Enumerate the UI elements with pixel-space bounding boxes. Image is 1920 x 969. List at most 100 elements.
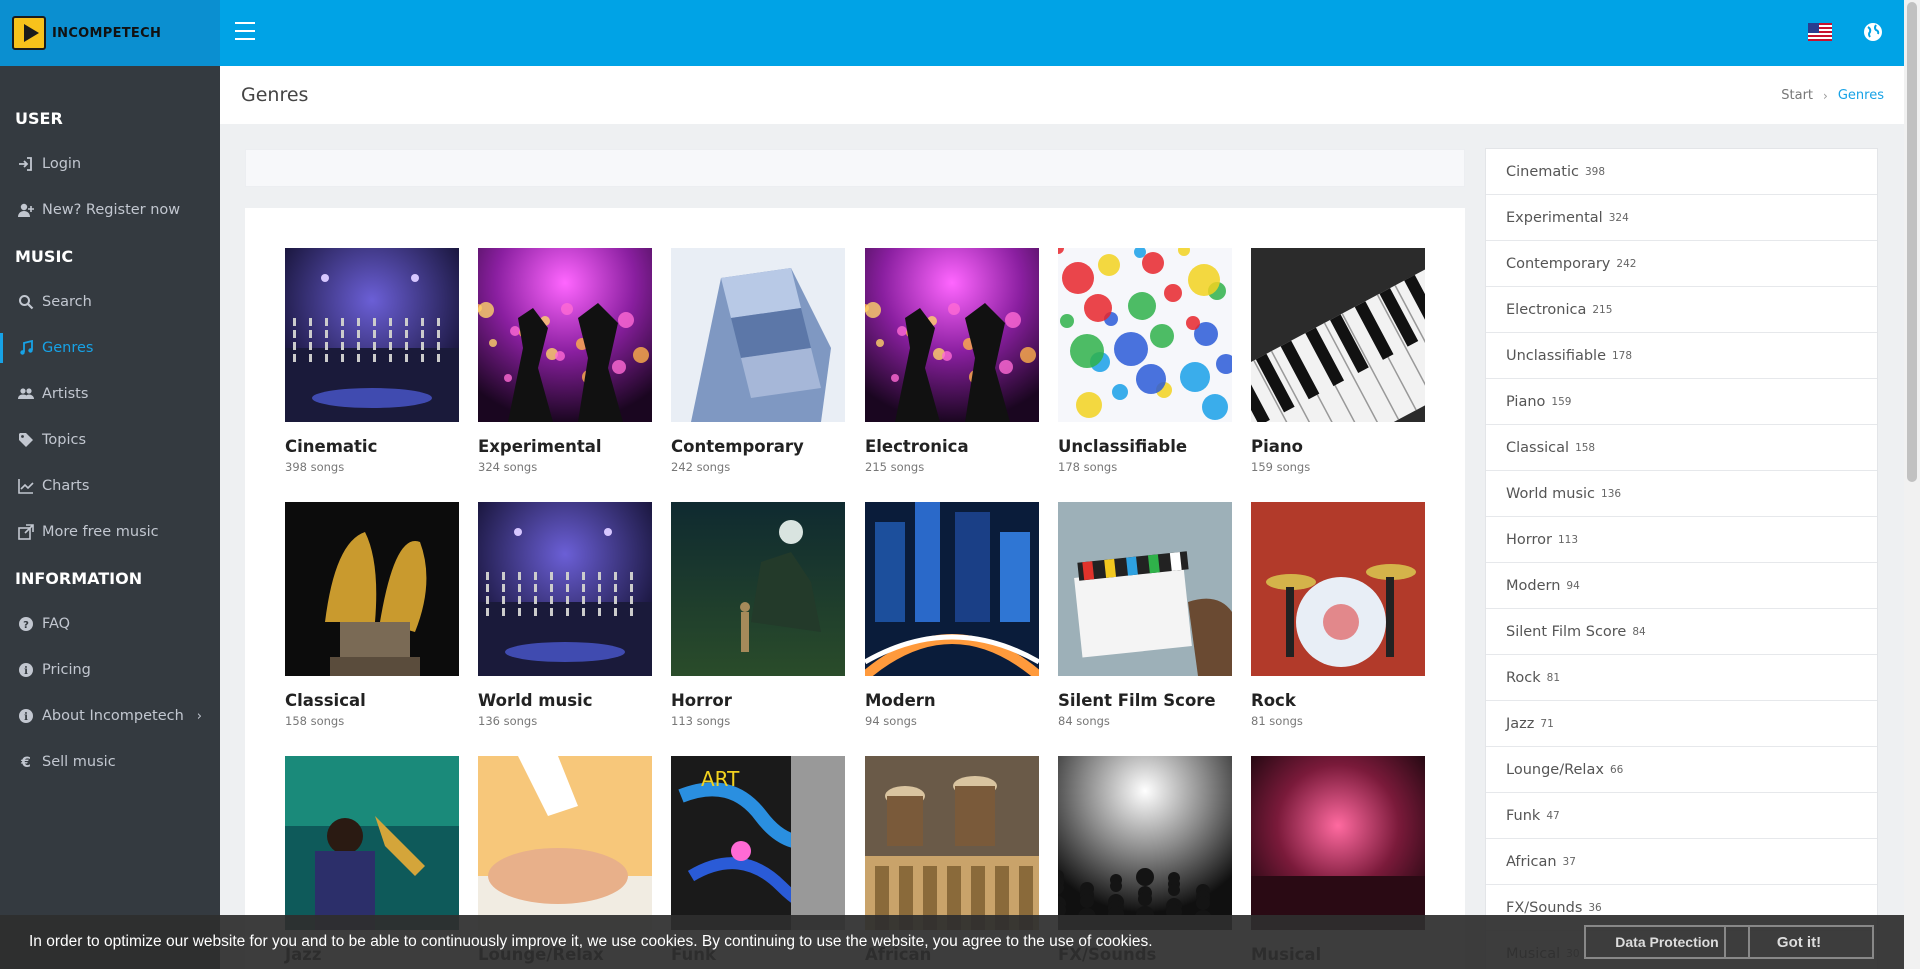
genre-name[interactable]: World music	[478, 691, 652, 710]
sidebar-item-login[interactable]: Login	[0, 141, 220, 187]
genre-image[interactable]	[478, 502, 652, 676]
genre-list-item[interactable]: Electronica 215	[1486, 287, 1877, 333]
genre-image[interactable]	[1251, 502, 1425, 676]
genre-name[interactable]: Classical	[285, 691, 459, 710]
genre-tile[interactable]: Modern 94 songs	[865, 502, 1039, 728]
genre-image[interactable]	[285, 248, 459, 422]
us-flag-icon[interactable]	[1808, 23, 1832, 41]
genre-list-count: 178	[1612, 349, 1633, 362]
sidebar-item-search[interactable]: Search	[0, 279, 220, 325]
genre-tile[interactable]: Electronica 215 songs	[865, 248, 1039, 474]
genre-image[interactable]	[1251, 248, 1425, 422]
sidebar-item-faq[interactable]: ? FAQ	[0, 601, 220, 647]
sidebar-item-more-free-music[interactable]: More free music	[0, 509, 220, 555]
chart-line-icon	[16, 476, 36, 496]
logo[interactable]: INCOMPETECH	[0, 0, 220, 66]
genre-name[interactable]: Rock	[1251, 691, 1425, 710]
genre-list-item[interactable]: Cinematic 398	[1486, 149, 1877, 195]
genre-tile[interactable]: Cinematic 398 songs	[285, 248, 459, 474]
genre-image[interactable]	[1058, 248, 1232, 422]
sidebar-item-about-incompetech[interactable]: i About Incompetech ›	[0, 693, 220, 739]
section-music: MUSIC	[15, 246, 74, 266]
genre-image[interactable]	[285, 502, 459, 676]
genre-image[interactable]	[478, 248, 652, 422]
genre-tile[interactable]: World music 136 songs	[478, 502, 652, 728]
genre-list-item[interactable]: Classical 158	[1486, 425, 1877, 471]
genre-song-count: 113 songs	[671, 714, 731, 728]
genre-tile[interactable]: Unclassifiable 178 songs	[1058, 248, 1232, 474]
genre-list-item[interactable]: Piano 159	[1486, 379, 1877, 425]
genre-image[interactable]: ART	[671, 756, 845, 930]
genre-list-count: 66	[1609, 763, 1624, 776]
genre-song-count: 242 songs	[671, 460, 731, 474]
sidebar-item-genres[interactable]: Genres	[0, 325, 220, 371]
sidebar-item-label: About Incompetech	[42, 708, 184, 724]
sidebar-item-sell-music[interactable]: € Sell music	[0, 739, 220, 785]
genre-tile[interactable]: Contemporary 242 songs	[671, 248, 845, 474]
genre-list-name: Lounge/Relax	[1506, 761, 1604, 778]
sidebar-item-charts[interactable]: Charts	[0, 463, 220, 509]
genre-song-count: 398 songs	[285, 460, 345, 474]
genre-image[interactable]	[285, 756, 459, 930]
genre-tile[interactable]: Experimental 324 songs	[478, 248, 652, 474]
genre-name[interactable]: Experimental	[478, 437, 652, 456]
genre-image[interactable]	[671, 248, 845, 422]
sidebar-item-topics[interactable]: Topics	[0, 417, 220, 463]
scrollbar-thumb[interactable]	[1907, 2, 1917, 482]
genre-list-item[interactable]: Funk 47	[1486, 793, 1877, 839]
sidebar-item-label: Charts	[42, 478, 90, 494]
sidebar-item-pricing[interactable]: i Pricing	[0, 647, 220, 693]
genre-list-item[interactable]: Unclassifiable 178	[1486, 333, 1877, 379]
genre-name[interactable]: Contemporary	[671, 437, 845, 456]
genre-list-name: Horror	[1506, 531, 1552, 548]
genre-name[interactable]: Electronica	[865, 437, 1039, 456]
genre-tile[interactable]: Horror 113 songs	[671, 502, 845, 728]
genre-list-name: FX/Sounds	[1506, 899, 1583, 916]
genre-list-item[interactable]: Experimental 324	[1486, 195, 1877, 241]
genre-tile[interactable]: Rock 81 songs	[1251, 502, 1425, 728]
menu-toggle-icon[interactable]	[235, 22, 255, 40]
accept-cookies-button[interactable]: Got it!	[1724, 925, 1874, 959]
genre-list-item[interactable]: Contemporary 242	[1486, 241, 1877, 287]
genre-tile[interactable]: Piano 159 songs	[1251, 248, 1425, 474]
tag-icon	[16, 430, 36, 450]
genre-name[interactable]: Silent Film Score	[1058, 691, 1232, 710]
genre-tile[interactable]: Silent Film Score 84 songs	[1058, 502, 1232, 728]
genre-list-item[interactable]: Horror 113	[1486, 517, 1877, 563]
genre-image[interactable]	[1058, 502, 1232, 676]
page-title: Genres	[241, 84, 309, 106]
genre-list-item[interactable]: African 37	[1486, 839, 1877, 885]
globe-icon[interactable]	[1862, 21, 1884, 43]
breadcrumb: Start › Genres	[1781, 88, 1884, 103]
genre-list-item[interactable]: Modern 94	[1486, 563, 1877, 609]
genre-list-count: 159	[1551, 395, 1572, 408]
genre-name[interactable]: Cinematic	[285, 437, 459, 456]
sidebar-item-label: Pricing	[42, 662, 91, 678]
genre-list-item[interactable]: Lounge/Relax 66	[1486, 747, 1877, 793]
breadcrumb-start[interactable]: Start	[1781, 88, 1813, 103]
genre-image[interactable]	[1058, 756, 1232, 930]
genre-image[interactable]	[1251, 756, 1425, 930]
svg-text:ART: ART	[701, 767, 740, 791]
section-user: USER	[15, 108, 63, 128]
genre-image[interactable]	[865, 756, 1039, 930]
genre-list-item[interactable]: Silent Film Score 84	[1486, 609, 1877, 655]
genre-image[interactable]	[865, 248, 1039, 422]
vertical-scrollbar[interactable]	[1904, 0, 1920, 969]
music-note-icon	[16, 338, 36, 358]
sidebar-item-artists[interactable]: Artists	[0, 371, 220, 417]
genre-image[interactable]	[865, 502, 1039, 676]
genre-list-count: 398	[1584, 165, 1606, 178]
genre-list-item[interactable]: Jazz 71	[1486, 701, 1877, 747]
user-plus-icon	[16, 200, 36, 220]
genre-name[interactable]: Modern	[865, 691, 1039, 710]
genre-name[interactable]: Unclassifiable	[1058, 437, 1232, 456]
genre-image[interactable]	[478, 756, 652, 930]
genre-list-item[interactable]: Rock 81	[1486, 655, 1877, 701]
genre-name[interactable]: Piano	[1251, 437, 1425, 456]
genre-image[interactable]	[671, 502, 845, 676]
genre-name[interactable]: Horror	[671, 691, 845, 710]
genre-tile[interactable]: Classical 158 songs	[285, 502, 459, 728]
genre-list-item[interactable]: World music 136	[1486, 471, 1877, 517]
sidebar-item-new-register-now[interactable]: New? Register now	[0, 187, 220, 233]
